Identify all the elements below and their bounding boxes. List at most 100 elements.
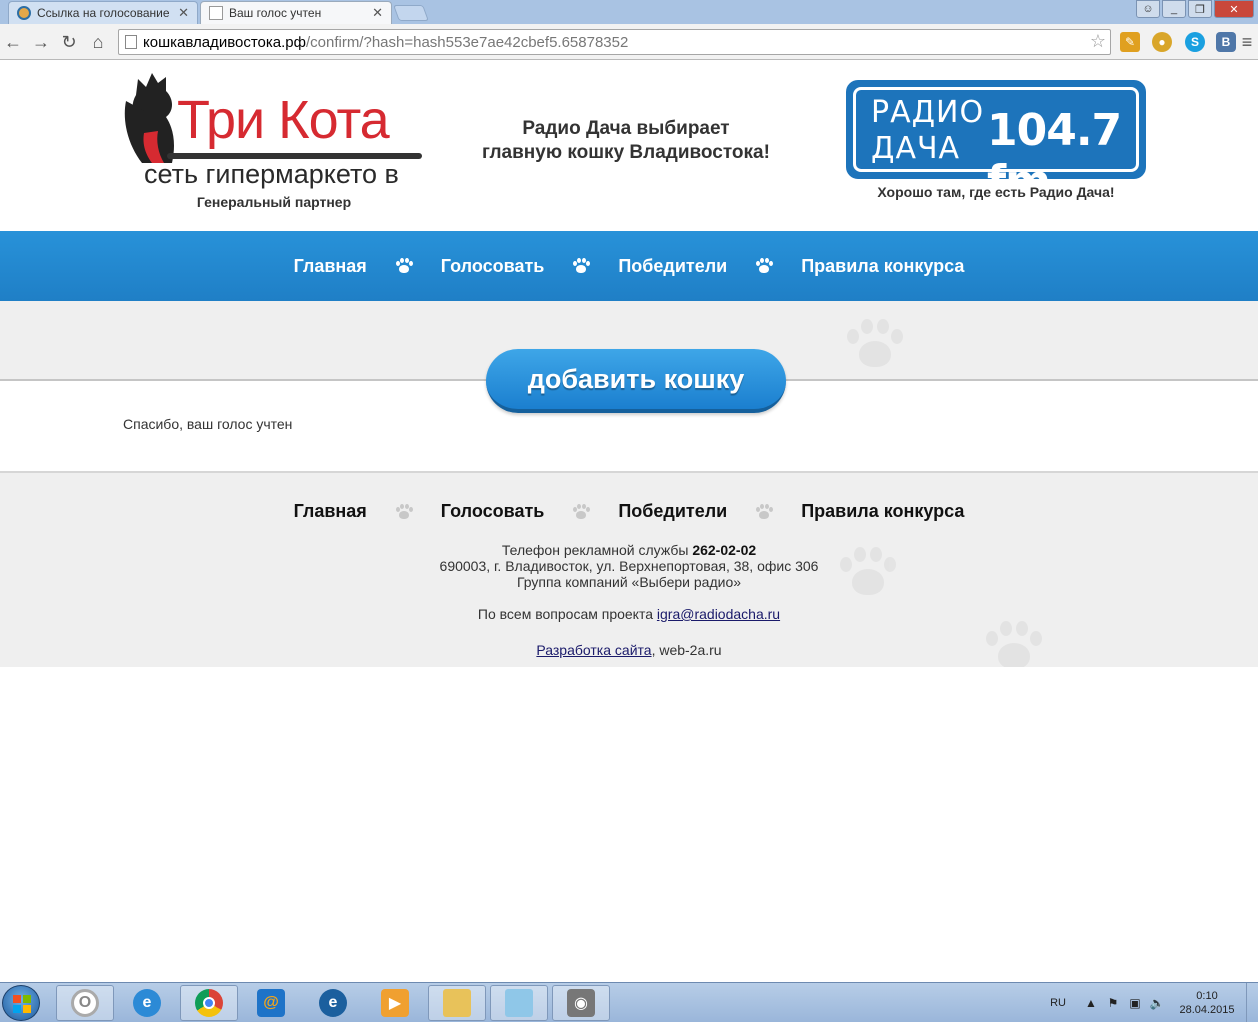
tab-vote-counted[interactable]: Ваш голос учтен ✕ xyxy=(200,1,392,24)
phone-number: 262-02-02 xyxy=(692,542,757,558)
address-bar[interactable]: кошкавладивостока.рф/confirm/?hash=hash5… xyxy=(118,29,1111,55)
sponsor-caption: Генеральный партнер xyxy=(196,194,352,210)
taskbar-ie[interactable]: e xyxy=(118,985,176,1021)
contact-email-link[interactable]: igra@radiodacha.ru xyxy=(657,606,780,622)
language-indicator[interactable]: RU xyxy=(1050,997,1066,1009)
maximize-icon[interactable]: ❐ xyxy=(1188,0,1212,18)
paw-icon xyxy=(395,503,413,521)
dev-suffix: , web-2a.ru xyxy=(651,642,722,658)
headline-line: главную кошку Владивостока! xyxy=(482,142,770,163)
notepad-icon xyxy=(505,989,533,1017)
volume-icon[interactable]: 🔈 xyxy=(1150,996,1165,1010)
skype-icon[interactable]: S xyxy=(1185,32,1205,52)
vote-confirmation-message: Спасибо, ваш голос учтен xyxy=(123,416,293,432)
clock-time: 0:10 xyxy=(1196,990,1218,1002)
taskbar-notepad[interactable] xyxy=(490,985,548,1021)
nav-item-vote[interactable]: Голосовать xyxy=(437,256,549,277)
footer-address: 690003, г. Владивосток, ул. Верхнепортов… xyxy=(439,558,819,574)
window-close-icon[interactable]: ✕ xyxy=(1214,0,1254,18)
taskbar-opera[interactable]: O xyxy=(56,985,114,1021)
forward-icon[interactable]: → xyxy=(30,31,52,53)
page-favicon-icon xyxy=(209,6,223,20)
media-player-icon: ▶ xyxy=(381,989,409,1017)
footer-nav-item-home[interactable]: Главная xyxy=(290,501,371,522)
page-headline: Радио Дача выбирает главную кошку Владив… xyxy=(440,117,812,165)
footer-dev-line: Разработка сайта, web-2a.ru xyxy=(0,642,1258,658)
show-desktop-button[interactable] xyxy=(1246,983,1258,1022)
taskbar-camera[interactable]: ◉ xyxy=(552,985,610,1021)
radio-logo-word: РАДИО ДАЧА xyxy=(871,95,984,167)
paw-icon xyxy=(572,503,591,521)
nav-item-rules[interactable]: Правила конкурса xyxy=(797,256,968,277)
footer-group: Группа компаний «Выбери радио» xyxy=(516,574,742,590)
windows-taskbar: O e @ e ▶ ◉ RU ▲ ⚑ ▣ 🔈 0:10 28.04.2015 xyxy=(0,982,1258,1022)
add-cat-button[interactable]: добавить кошку xyxy=(486,349,786,413)
mail-agent-icon: @ xyxy=(257,989,285,1017)
bookmark-star-icon[interactable]: ☆ xyxy=(1090,31,1106,52)
paw-icon xyxy=(572,257,591,275)
camera-icon: ◉ xyxy=(567,989,595,1017)
radio-dacha-logo[interactable]: РАДИО ДАЧА 104.7 fm xyxy=(846,80,1146,207)
reload-icon[interactable]: ↻ xyxy=(58,31,80,53)
clock[interactable]: 0:10 28.04.2015 xyxy=(1172,989,1242,1017)
system-tray: RU ▲ ⚑ ▣ 🔈 0:10 28.04.2015 xyxy=(1050,983,1258,1022)
opera-icon: O xyxy=(71,989,99,1017)
taskbar-mail[interactable]: @ xyxy=(242,985,300,1021)
tab-label: Ваш голос учтен xyxy=(229,6,322,20)
ie-shield-icon: e xyxy=(319,989,347,1017)
page-content: Три Кота сеть гипермаркето в Генеральный… xyxy=(0,61,1258,982)
tab-voting-link[interactable]: Ссылка на голосование - ✕ xyxy=(8,1,198,24)
user-icon[interactable]: ☺ xyxy=(1136,0,1160,18)
sponsor-logo-sub: сеть гипермаркето в xyxy=(144,159,399,189)
tri-kota-logo[interactable]: Три Кота сеть гипермаркето в xyxy=(122,71,427,211)
home-icon[interactable]: ⌂ xyxy=(87,31,109,53)
network-icon[interactable]: ▣ xyxy=(1128,996,1142,1010)
paw-icon xyxy=(755,257,774,275)
window-controls: ☺ _ ❐ ✕ xyxy=(1136,0,1254,18)
taskbar-ie-admin[interactable]: e xyxy=(304,985,362,1021)
footer: Главная Голосовать Победители Правила ко… xyxy=(0,471,1258,667)
footer-nav: Главная Голосовать Победители Правила ко… xyxy=(0,501,1258,522)
nav-item-home[interactable]: Главная xyxy=(290,256,371,277)
paw-icon xyxy=(395,257,413,275)
tab-label: Ссылка на голосование - xyxy=(37,6,173,20)
broom-extension-icon[interactable]: ✎ xyxy=(1120,32,1140,52)
back-icon[interactable]: ← xyxy=(2,31,24,53)
main-nav: Главная Голосовать Победители Правила ко… xyxy=(0,231,1258,301)
nav-item-winners[interactable]: Победители xyxy=(614,256,731,277)
chrome-icon xyxy=(195,989,223,1017)
headline-line: Радио Дача выбирает xyxy=(522,118,730,139)
taskbar-media-player[interactable]: ▶ xyxy=(366,985,424,1021)
taskbar-chrome[interactable] xyxy=(180,985,238,1021)
url-path: /confirm/?hash=hash553e7ae42cbef5.658783… xyxy=(305,33,629,51)
browser-toolbar: ← → ↻ ⌂ кошкавладивостока.рф/confirm/?ha… xyxy=(0,24,1258,60)
vk-icon[interactable]: B xyxy=(1216,32,1236,52)
menu-icon[interactable]: ≡ xyxy=(1236,31,1258,53)
radio-tagline: Хорошо там, где есть Радио Дача! xyxy=(877,184,1115,200)
site-favicon-icon xyxy=(17,6,31,20)
folder-icon xyxy=(443,989,471,1017)
taskbar-explorer[interactable] xyxy=(428,985,486,1021)
new-tab-button[interactable] xyxy=(393,5,429,21)
paw-icon xyxy=(755,503,774,521)
minimize-icon[interactable]: _ xyxy=(1162,0,1186,18)
close-icon[interactable]: ✕ xyxy=(372,5,383,21)
clock-date: 28.04.2015 xyxy=(1179,1004,1235,1016)
start-button[interactable] xyxy=(2,985,40,1021)
site-development-link[interactable]: Разработка сайта xyxy=(536,642,651,658)
footer-nav-item-rules[interactable]: Правила конкурса xyxy=(797,501,968,522)
questions-label: По всем вопросам проекта xyxy=(477,606,654,622)
footer-questions-line: По всем вопросам проекта igra@radiodacha… xyxy=(0,606,1258,622)
phone-label: Телефон рекламной службы xyxy=(501,542,689,558)
footer-info: Телефон рекламной службы 262-02-02 69000… xyxy=(0,542,1258,658)
footer-nav-item-vote[interactable]: Голосовать xyxy=(437,501,549,522)
tray-arrow-icon[interactable]: ▲ xyxy=(1084,996,1098,1010)
paw-decoration-icon xyxy=(845,315,905,375)
windows-logo-icon xyxy=(13,995,31,1013)
coin-extension-icon[interactable]: ● xyxy=(1152,32,1172,52)
radio-word: РАДИО xyxy=(871,95,985,130)
action-center-flag-icon[interactable]: ⚑ xyxy=(1106,996,1120,1010)
footer-nav-item-winners[interactable]: Победители xyxy=(614,501,731,522)
close-icon[interactable]: ✕ xyxy=(178,5,189,21)
page-icon xyxy=(125,35,137,49)
